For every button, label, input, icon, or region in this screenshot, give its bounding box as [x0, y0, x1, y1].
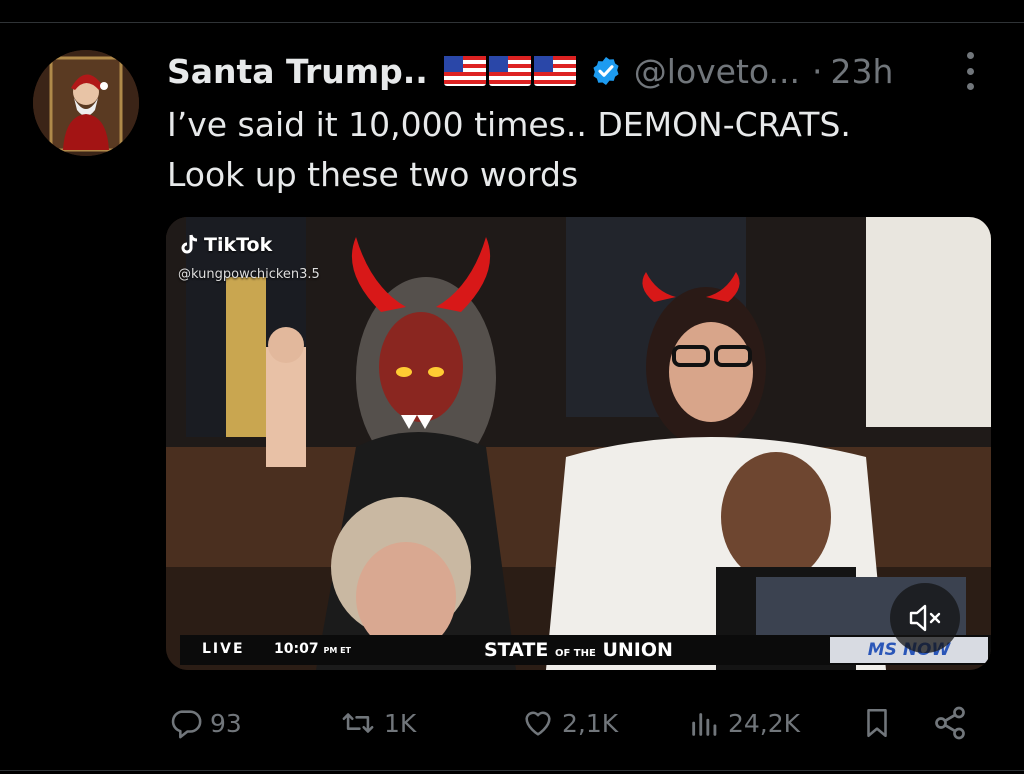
repost-count: 1K: [384, 708, 417, 738]
author-handle[interactable]: @loveto...: [634, 52, 800, 91]
news-ticker: LIVE 10:07 PM ET STATE OF THE UNION MS N…: [180, 635, 991, 665]
separator-dot: ·: [812, 51, 823, 91]
repost-icon: [342, 713, 374, 733]
like-button[interactable]: 2,1K: [520, 700, 618, 746]
us-flag-icon: [443, 56, 486, 86]
tiktok-watermark: TikTok: [180, 234, 272, 256]
tweet-time[interactable]: 23h: [831, 52, 894, 91]
mute-button[interactable]: [890, 583, 960, 653]
avatar[interactable]: [33, 50, 139, 156]
reply-count: 93: [210, 708, 242, 738]
bookmark-button[interactable]: [860, 700, 894, 746]
ticker-time: 10:07 PM ET: [274, 641, 351, 657]
ticker-title: STATE OF THE UNION: [484, 639, 673, 661]
video-frame: [166, 217, 991, 670]
tweet-text: I’ve said it 10,000 times.. DEMON-CRATS.…: [167, 100, 967, 200]
tweet-text-line-2: Look up these two words: [167, 155, 579, 194]
views-button[interactable]: 24,2K: [688, 700, 800, 746]
like-icon: [525, 711, 551, 736]
verified-badge-icon: [593, 57, 619, 85]
flag-emojis: [443, 56, 576, 86]
video-player[interactable]: TikTok @kungpowchicken3.5 LIVE 10:07 PM …: [166, 217, 991, 670]
tiktok-icon: [181, 234, 198, 254]
repost-button[interactable]: 1K: [338, 700, 416, 746]
tweet-text-line-1: I’ve said it 10,000 times.. DEMON-CRATS.: [167, 105, 851, 144]
share-button[interactable]: [932, 700, 968, 746]
ticker-live: LIVE: [202, 641, 245, 657]
reply-icon: [171, 710, 202, 739]
tiktok-username: @kungpowchicken3.5: [178, 267, 320, 282]
reply-button[interactable]: 93: [168, 700, 242, 746]
bookmark-icon: [867, 708, 887, 738]
tiktok-brand: TikTok: [204, 234, 273, 256]
like-count: 2,1K: [562, 708, 619, 738]
divider-bottom: [0, 770, 1024, 771]
author-name[interactable]: Santa Trump..: [167, 52, 428, 91]
views-icon: [692, 713, 717, 736]
views-count: 24,2K: [728, 708, 801, 738]
us-flag-icon: [533, 56, 576, 86]
tweet-header: Santa Trump.. @loveto... · 23h: [167, 48, 893, 94]
share-icon: [935, 706, 965, 740]
more-icon[interactable]: [958, 52, 982, 90]
us-flag-icon: [488, 56, 531, 86]
mute-icon: [909, 604, 941, 632]
action-bar: 93 1K 2,1K 24,2K: [0, 700, 1024, 746]
divider-top: [0, 22, 1024, 23]
